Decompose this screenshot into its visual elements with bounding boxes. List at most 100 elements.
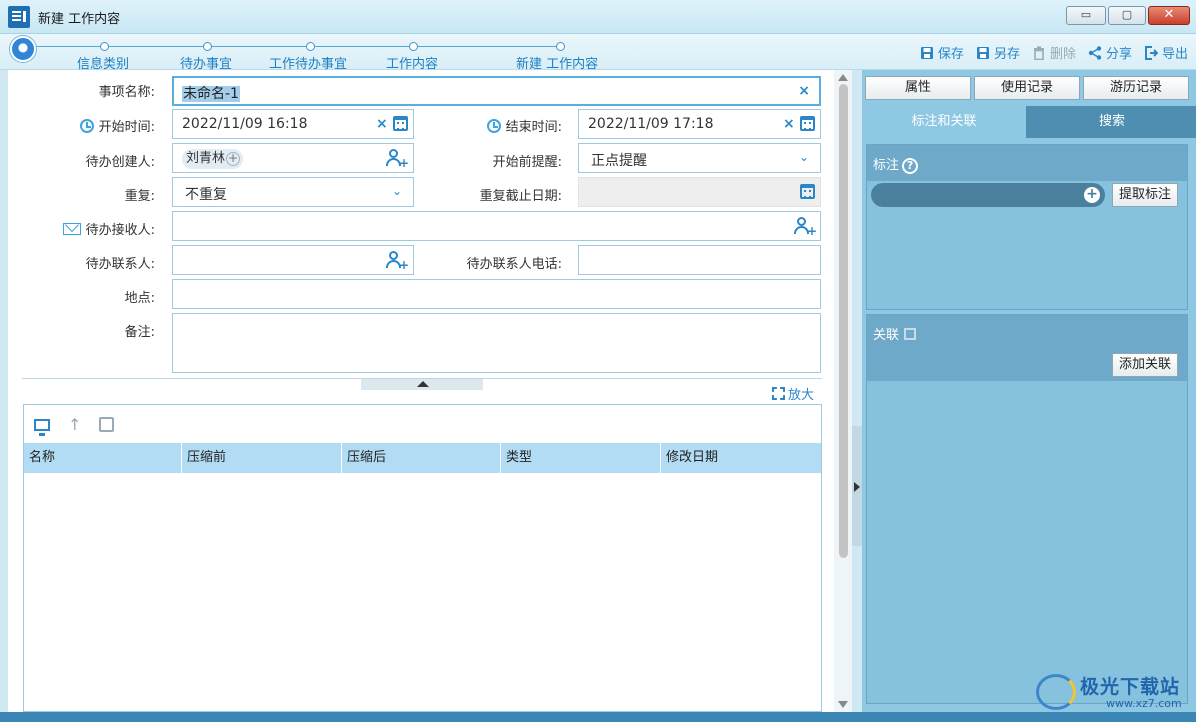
scroll-thumb[interactable] — [839, 84, 848, 558]
calendar-icon[interactable] — [393, 116, 408, 131]
item-name-input[interactable]: 未命名-1 × — [172, 76, 821, 106]
column-header-after[interactable]: 压缩后 — [342, 443, 501, 473]
expand-icon[interactable] — [904, 328, 917, 340]
panel-tabs: 标注和关联 搜索 — [862, 106, 1196, 138]
notes-label: 备注: — [124, 325, 155, 340]
tab-search[interactable]: 搜索 — [1028, 106, 1196, 138]
collapse-handle[interactable] — [361, 379, 483, 390]
column-header-type[interactable]: 类型 — [501, 443, 661, 473]
add-icon[interactable]: + — [1084, 187, 1100, 203]
enlarge-button[interactable]: 放大 — [772, 384, 814, 403]
calendar-icon[interactable] — [800, 116, 815, 131]
creator-label: 待办创建人: — [85, 155, 155, 170]
contact-label: 待办联系人: — [85, 257, 155, 272]
location-label: 地点: — [124, 291, 155, 306]
share-icon — [1088, 45, 1102, 60]
usage-record-button[interactable]: 使用记录 — [974, 76, 1080, 100]
vertical-scrollbar[interactable] — [834, 70, 852, 712]
clear-icon[interactable]: × — [783, 116, 795, 132]
reminder-value: 正点提醒 — [591, 153, 647, 169]
end-time-label: 结束时间: — [470, 116, 562, 135]
upload-arrow-icon[interactable]: ↑ — [68, 415, 81, 434]
end-time-input[interactable]: 2022/11/09 17:18 × — [578, 109, 821, 139]
relation-section: 关联 添加关联 — [866, 314, 1188, 704]
export-label: 导出 — [1161, 47, 1188, 62]
app-icon — [8, 6, 30, 28]
repeat-end-date-input[interactable] — [578, 177, 821, 207]
clear-icon[interactable]: × — [798, 83, 810, 99]
attachment-panel: ↑ 名称 压缩前 压缩后 类型 修改日期 — [23, 404, 822, 712]
maximize-icon: ▢ — [1121, 8, 1133, 21]
home-icon[interactable] — [10, 36, 36, 62]
add-person-icon[interactable]: + — [793, 216, 817, 237]
add-person-icon[interactable]: + — [385, 250, 409, 271]
delete-label: 删除 — [1049, 47, 1076, 62]
contact-field[interactable]: + — [172, 245, 414, 275]
annotation-input[interactable]: + — [871, 183, 1105, 207]
repeat-value: 不重复 — [185, 187, 227, 203]
minimize-button[interactable]: ▭ — [1066, 6, 1106, 25]
receiver-field[interactable]: + — [172, 211, 821, 241]
save-disk-icon[interactable] — [99, 417, 115, 432]
repeat-end-label: 重复截止日期: — [479, 189, 562, 204]
add-icon[interactable]: + — [226, 152, 241, 166]
item-name-value: 未命名-1 — [182, 86, 240, 102]
notes-textarea[interactable] — [172, 313, 821, 373]
chevron-down-icon: ⌄ — [392, 184, 403, 198]
help-icon[interactable]: ? — [902, 158, 919, 174]
export-icon — [1144, 45, 1159, 60]
start-time-label: 开始时间: — [63, 116, 155, 135]
scroll-down-icon[interactable] — [838, 701, 848, 708]
save-button[interactable]: 保存 — [920, 43, 964, 62]
watermark-url: www.xz7.com — [1106, 697, 1182, 710]
reminder-label: 开始前提醒: — [492, 155, 562, 170]
repeat-label: 重复: — [124, 189, 155, 204]
right-panel: 属性 使用记录 游历记录 标注和关联 搜索 标注? + 提取标注 关联 添加关联 — [862, 70, 1196, 712]
step-dot[interactable] — [306, 42, 315, 51]
location-input[interactable] — [172, 279, 821, 309]
column-header-name[interactable]: 名称 — [24, 443, 182, 473]
watermark-logo: 极光下载站 www.xz7.com — [1036, 670, 1188, 714]
creator-tag[interactable]: 刘青林 + — [182, 149, 244, 169]
watermark-brand: 极光下载站 — [1080, 676, 1181, 698]
properties-button[interactable]: 属性 — [865, 76, 971, 100]
step-dot[interactable] — [556, 42, 565, 51]
panel-splitter-toggle[interactable] — [852, 426, 862, 546]
minimize-icon: ▭ — [1080, 8, 1092, 21]
taskbar-strip — [0, 712, 1196, 722]
calendar-icon[interactable] — [800, 184, 815, 199]
column-header-modified[interactable]: 修改日期 — [661, 443, 821, 473]
maximize-button[interactable]: ▢ — [1108, 6, 1146, 25]
delete-button[interactable]: 删除 — [1032, 43, 1076, 62]
clear-icon[interactable]: × — [376, 116, 388, 132]
scroll-up-icon[interactable] — [838, 74, 848, 81]
creator-field[interactable]: 刘青林 + + — [172, 143, 414, 173]
close-button[interactable]: ✕ — [1148, 6, 1190, 25]
add-person-icon[interactable]: + — [385, 148, 409, 169]
tab-annotation-relation[interactable]: 标注和关联 — [862, 106, 1026, 138]
step-dot[interactable] — [100, 42, 109, 51]
step-dot[interactable] — [203, 42, 212, 51]
mail-icon — [62, 223, 81, 235]
start-time-input[interactable]: 2022/11/09 16:18 × — [172, 109, 414, 139]
repeat-select[interactable]: 不重复 ⌄ — [172, 177, 414, 207]
monitor-icon[interactable] — [34, 418, 50, 436]
contact-phone-label: 待办联系人电话: — [466, 257, 562, 272]
reminder-select[interactable]: 正点提醒 ⌄ — [578, 143, 821, 173]
contact-phone-input[interactable] — [578, 245, 821, 275]
table-header: 名称 压缩前 压缩后 类型 修改日期 — [24, 443, 821, 473]
step-dot[interactable] — [409, 42, 418, 51]
travel-record-button[interactable]: 游历记录 — [1083, 76, 1189, 100]
save-label: 保存 — [937, 47, 964, 62]
share-button[interactable]: 分享 — [1088, 43, 1132, 62]
export-button[interactable]: 导出 — [1144, 43, 1188, 62]
watermark-icon — [1036, 674, 1076, 710]
save-icon — [920, 46, 934, 60]
save-as-button[interactable]: 另存 — [976, 43, 1020, 62]
add-relation-button[interactable]: 添加关联 — [1112, 353, 1179, 377]
column-header-before[interactable]: 压缩前 — [182, 443, 342, 473]
extract-annotation-button[interactable]: 提取标注 — [1112, 183, 1179, 207]
relation-header: 关联 添加关联 — [867, 315, 1187, 381]
item-name-label: 事项名称: — [98, 85, 155, 100]
form-pane: 事项名称: 未命名-1 × 开始时间: 2022/11/09 16:18 × 结… — [8, 70, 834, 712]
